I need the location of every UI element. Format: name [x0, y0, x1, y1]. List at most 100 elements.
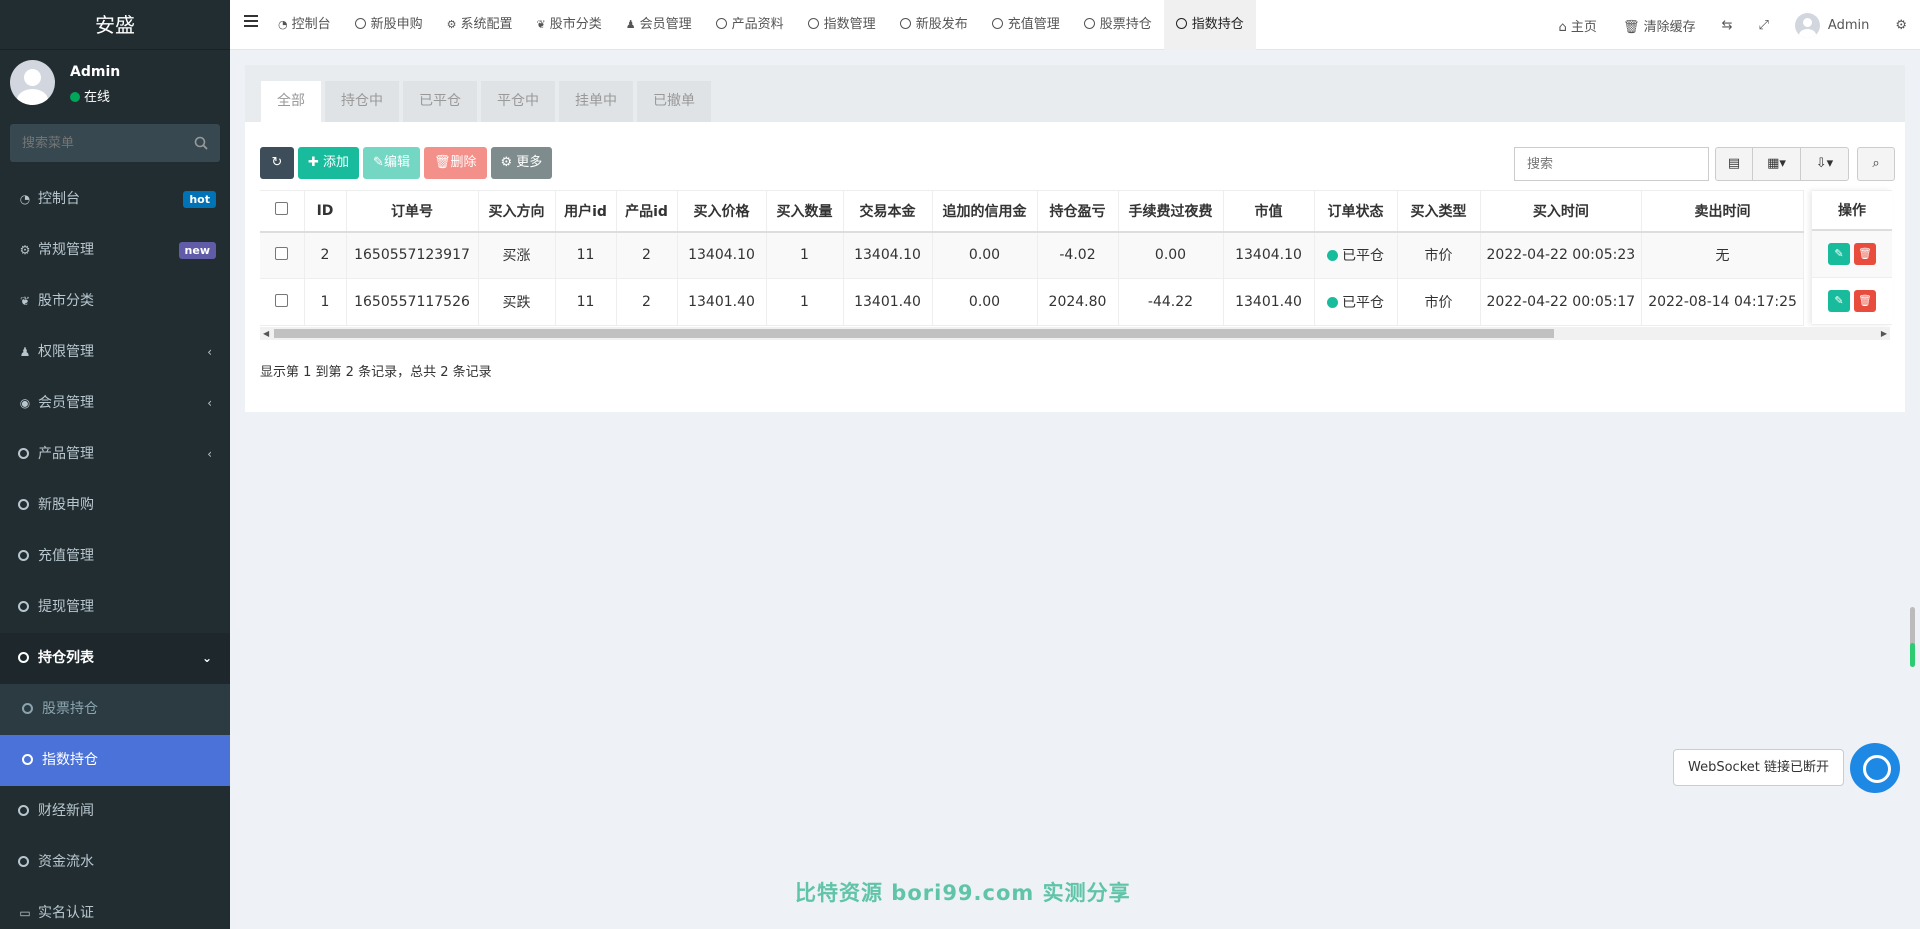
avatar	[1794, 12, 1820, 38]
tab-closed[interactable]: 已平仓	[403, 81, 477, 122]
sidebar-item-index-positions[interactable]: 指数持仓	[0, 735, 230, 786]
sidebar-item-positions[interactable]: 持仓列表 ⌄	[0, 633, 230, 684]
home-link[interactable]: ⌂ 主页	[1546, 16, 1610, 35]
tab-closing[interactable]: 平仓中	[481, 81, 555, 122]
edit-row-button[interactable]: ✎	[1828, 290, 1850, 312]
scroll-right-icon[interactable]: ▶	[1881, 329, 1887, 338]
sidebar-item-withdraw[interactable]: 提现管理	[0, 582, 230, 633]
export-button[interactable]: ⇩▾	[1801, 147, 1849, 181]
brand-logo[interactable]: 安盛	[0, 0, 230, 50]
delete-row-button[interactable]: 🗑︎	[1854, 290, 1876, 312]
sidebar-item-products[interactable]: 产品管理 ‹	[0, 429, 230, 480]
scroll-left-icon[interactable]: ◀	[263, 329, 269, 338]
delete-row-button[interactable]: 🗑︎	[1854, 243, 1876, 265]
col-buy-price[interactable]: 买入价格	[677, 190, 767, 233]
row-checkbox[interactable]	[275, 246, 289, 260]
edit-button[interactable]: ✎编辑	[363, 147, 420, 179]
scrollbar-thumb[interactable]	[274, 329, 1554, 338]
positions-table: ID 订单号 买入方向 用户id 产品id 买入价格 买入数量 交易本金 追加的…	[260, 190, 1804, 326]
col-buy-type[interactable]: 买入类型	[1397, 190, 1481, 233]
col-buy-qty[interactable]: 买入数量	[766, 190, 844, 233]
tab-index-manage[interactable]: 指数管理	[796, 0, 888, 50]
tab-stock-positions[interactable]: 股票持仓	[1072, 0, 1164, 50]
cell-pnl: -4.02	[1037, 231, 1119, 279]
row-checkbox[interactable]	[275, 293, 289, 307]
table-row[interactable]: 2 1650557123917 买涨 11 2 13404.10 1 13404…	[260, 231, 1804, 279]
col-sell-time[interactable]: 卖出时间	[1641, 190, 1804, 233]
cell-sell-time: 2022-08-14 04:17:25	[1641, 278, 1804, 326]
tab-ipo[interactable]: 新股申购	[343, 0, 435, 50]
sidebar-item-news[interactable]: 财经新闻	[0, 786, 230, 837]
user-status: 在线	[70, 86, 110, 105]
delete-button[interactable]: 🗑︎删除	[423, 147, 487, 179]
tab-holding[interactable]: 持仓中	[325, 81, 399, 122]
col-pnl[interactable]: 持仓盈亏	[1037, 190, 1119, 233]
advanced-search-button[interactable]: ⌕	[1857, 147, 1895, 181]
horizontal-scrollbar[interactable]: ◀ ▶	[260, 327, 1890, 340]
edit-row-button[interactable]: ✎	[1828, 243, 1850, 265]
settings-gear-icon[interactable]: ⚙	[1882, 18, 1920, 33]
col-id[interactable]: ID	[304, 190, 347, 233]
refresh-button[interactable]: ↻	[260, 147, 294, 179]
tab-pending[interactable]: 挂单中	[559, 81, 633, 122]
row-actions: ✎ 🗑︎	[1812, 278, 1892, 325]
fullscreen-icon[interactable]: ⤢	[1746, 18, 1782, 33]
circle-icon	[18, 805, 29, 816]
page-scroll-indicator[interactable]	[1910, 607, 1915, 667]
search-icon[interactable]	[194, 136, 208, 150]
sidebar-item-stock-positions[interactable]: 股票持仓	[0, 684, 230, 735]
sidebar-item-auth[interactable]: ♟ 权限管理 ‹	[0, 327, 230, 378]
cell-buy-price: 13404.10	[677, 231, 767, 279]
tab-products[interactable]: 产品资料	[704, 0, 796, 50]
tab-system-config[interactable]: ⚙ 系统配置	[435, 0, 525, 50]
chat-bubble-icon[interactable]	[1850, 743, 1900, 793]
cell-id: 1	[304, 278, 347, 326]
translate-icon[interactable]: ⇆	[1709, 18, 1746, 33]
sidebar-item-members[interactable]: ◉ 会员管理 ‹	[0, 378, 230, 429]
sidebar-item-fund-flow[interactable]: 资金流水	[0, 837, 230, 888]
col-direction[interactable]: 买入方向	[478, 190, 556, 233]
add-button[interactable]: ✚ 添加	[298, 147, 360, 179]
col-buy-time[interactable]: 买入时间	[1480, 190, 1643, 233]
tab-all[interactable]: 全部	[261, 81, 321, 122]
cogs-icon: ⚙	[19, 243, 31, 257]
sidebar-item-market-category[interactable]: ❦ 股市分类	[0, 276, 230, 327]
circle-icon	[18, 550, 29, 561]
col-market-value[interactable]: 市值	[1223, 190, 1315, 233]
sidebar-item-ipo[interactable]: 新股申购	[0, 480, 230, 531]
trash-icon: 🗑︎	[1858, 247, 1872, 260]
cell-principal: 13401.40	[843, 278, 933, 326]
table-row[interactable]: 1 1650557117526 买跌 11 2 13401.40 1 13401…	[260, 278, 1804, 326]
columns-button[interactable]: ▦▾	[1753, 147, 1801, 181]
clear-cache-link[interactable]: 🗑︎ 清除缓存	[1610, 16, 1709, 35]
sidebar-toggle-icon[interactable]	[244, 15, 258, 29]
circle-icon	[354, 18, 366, 29]
tab-ipo-publish[interactable]: 新股发布	[888, 0, 980, 50]
tab-cancelled[interactable]: 已撤单	[637, 81, 711, 122]
tab-members[interactable]: ♟ 会员管理	[614, 0, 704, 50]
sidebar-item-recharge[interactable]: 充值管理	[0, 531, 230, 582]
table-search-input[interactable]	[1514, 147, 1709, 181]
col-extra-margin[interactable]: 追加的信用金	[932, 190, 1038, 233]
more-button[interactable]: ⚙ 更多	[490, 147, 553, 179]
col-order-status[interactable]: 订单状态	[1314, 190, 1398, 233]
col-principal[interactable]: 交易本金	[843, 190, 933, 233]
tab-recharge[interactable]: 充值管理	[980, 0, 1072, 50]
tab-dashboard[interactable]: ◔ 控制台	[266, 0, 343, 50]
tab-index-positions[interactable]: 指数持仓	[1163, 0, 1256, 50]
col-order-no[interactable]: 订单号	[346, 190, 479, 233]
sidebar-menu: ◔ 控制台 hot ⚙ 常规管理 new ❦ 股市分类 ♟ 权限管理 ‹ ◉ 会员管理 ‹ 产品管…	[0, 174, 230, 929]
home-icon: ⌂	[1558, 19, 1571, 35]
leaf-icon: ❦	[19, 294, 31, 308]
user-menu[interactable]: Admin	[1782, 12, 1882, 38]
menu-search-input[interactable]	[10, 124, 220, 162]
tab-market-category[interactable]: ❦ 股市分类	[525, 0, 614, 50]
col-user-id[interactable]: 用户id	[555, 190, 617, 233]
sidebar-item-verification[interactable]: ▭ 实名认证	[0, 888, 230, 929]
col-product-id[interactable]: 产品id	[616, 190, 678, 233]
sidebar-item-general[interactable]: ⚙ 常规管理 new	[0, 225, 230, 276]
select-all-checkbox[interactable]	[275, 202, 289, 216]
sidebar-item-dashboard[interactable]: ◔ 控制台 hot	[0, 174, 230, 225]
toggle-view-button[interactable]: ▤	[1715, 147, 1753, 181]
col-fees[interactable]: 手续费过夜费	[1118, 190, 1224, 233]
